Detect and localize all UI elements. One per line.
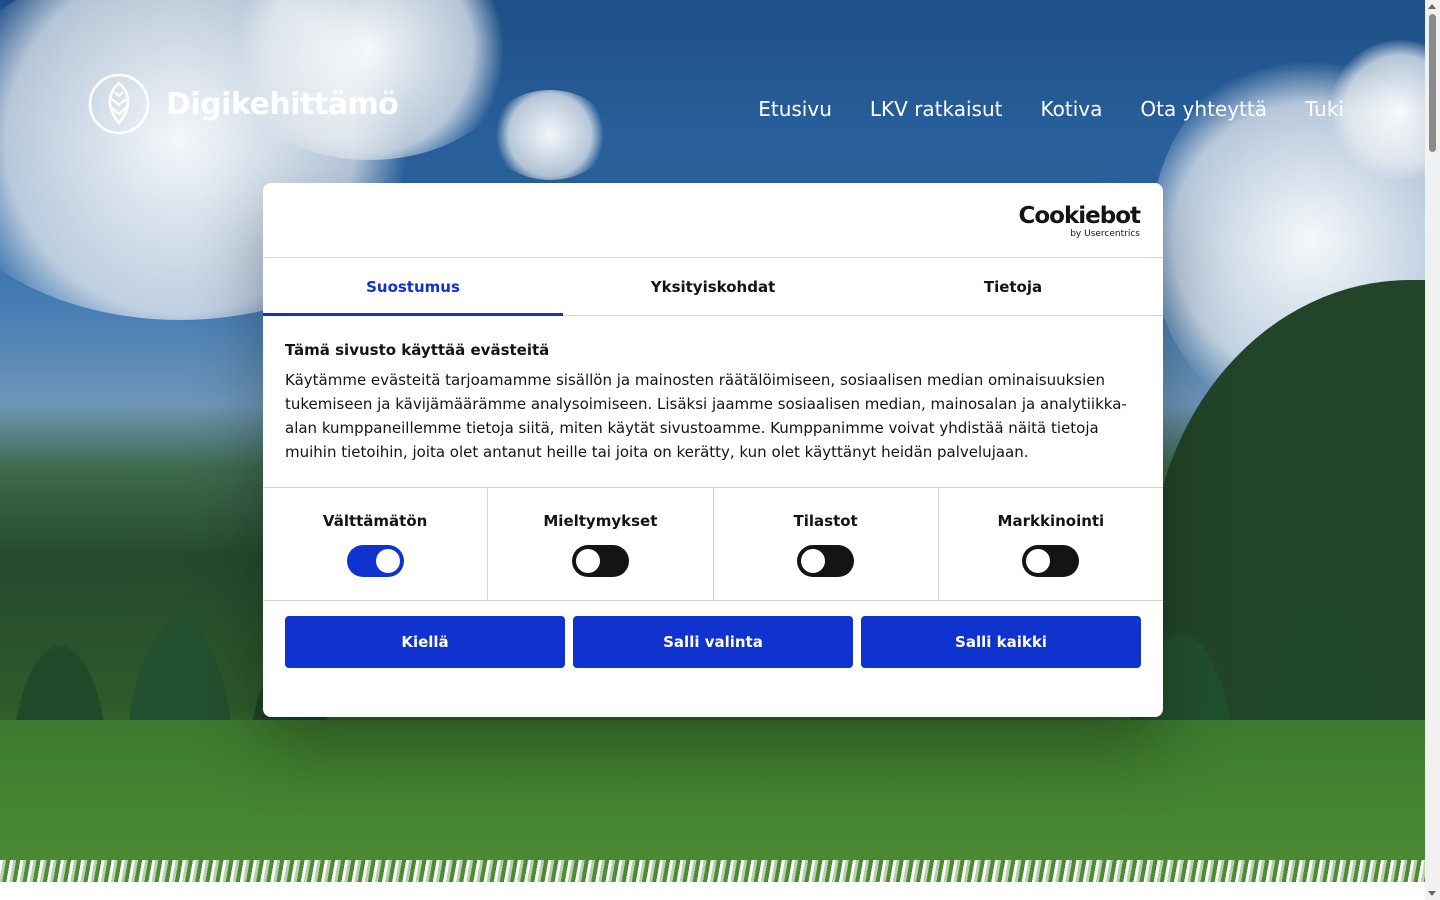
toggle-knob	[375, 549, 400, 573]
toggle-knob	[1026, 549, 1051, 573]
site-logo[interactable]: Digikehittämö	[88, 73, 399, 135]
tab-suostumus[interactable]: Suostumus	[263, 258, 563, 316]
toggle-switch-valttamaton[interactable]	[346, 545, 404, 577]
tab-tietoja[interactable]: Tietoja	[863, 258, 1163, 315]
consent-toggles: Välttämätön Mieltymykset Tilastot Markki…	[263, 488, 1163, 601]
cookiebot-logo-name: Cookiebot	[1018, 203, 1141, 229]
toggle-label-markkinointi: Markkinointi	[997, 512, 1105, 530]
toggle-group-valttamaton: Välttämätön	[263, 488, 489, 600]
allow-selection-button[interactable]: Salli valinta	[573, 616, 853, 668]
cookiebot-logo[interactable]: Cookiebot by Usercentrics	[1018, 203, 1141, 239]
toggle-knob	[575, 549, 600, 573]
page-scrollbar[interactable]	[1425, 0, 1440, 900]
main-nav: Etusivu LKV ratkaisut Kotiva Ota yhteytt…	[758, 97, 1344, 121]
allow-all-button[interactable]: Salli kaikki	[861, 616, 1141, 668]
scroll-thumb[interactable]	[1429, 14, 1436, 152]
consent-body: Tämä sivusto käyttää evästeitä Käytämme …	[263, 316, 1163, 488]
consent-buttons: Kiellä Salli valinta Salli kaikki	[263, 601, 1163, 683]
toggle-switch-markkinointi[interactable]	[1022, 545, 1080, 577]
toggle-group-mieltymykset: Mieltymykset	[488, 488, 714, 600]
toggle-switch-mieltymykset[interactable]	[571, 545, 629, 577]
cookie-consent-dialog: Cookiebot by Usercentrics Suostumus Yksi…	[263, 183, 1163, 717]
toggle-knob	[801, 549, 826, 573]
dialog-header: Cookiebot by Usercentrics	[263, 183, 1163, 258]
scroll-up-arrow-icon[interactable]	[1428, 4, 1436, 9]
dialog-tabs: Suostumus Yksityiskohdat Tietoja	[263, 258, 1163, 316]
toggle-label-mieltymykset: Mieltymykset	[543, 512, 658, 530]
toggle-group-markkinointi: Markkinointi	[939, 488, 1163, 600]
consent-description: Käytämme evästeitä tarjoamamme sisällön …	[285, 371, 1127, 461]
scroll-down-arrow-icon[interactable]	[1428, 891, 1436, 896]
nav-tuki[interactable]: Tuki	[1305, 97, 1344, 121]
pinecone-logo-icon	[88, 73, 150, 135]
cookiebot-logo-sub: by Usercentrics	[1070, 229, 1140, 239]
site-logo-text: Digikehittämö	[166, 86, 399, 122]
toggle-label-tilastot: Tilastot	[793, 512, 858, 530]
toggle-switch-tilastot[interactable]	[797, 545, 855, 577]
nav-etusivu[interactable]: Etusivu	[758, 97, 832, 121]
nav-ota-yhteytta[interactable]: Ota yhteyttä	[1140, 97, 1267, 121]
cloud	[490, 90, 610, 180]
toggle-label-valttamaton: Välttämätön	[322, 512, 428, 530]
deny-button[interactable]: Kiellä	[285, 616, 565, 668]
tab-yksityiskohdat[interactable]: Yksityiskohdat	[563, 258, 863, 315]
toggle-group-tilastot: Tilastot	[714, 488, 939, 600]
consent-heading: Tämä sivusto käyttää evästeitä	[285, 341, 550, 359]
nav-lkv-ratkaisut[interactable]: LKV ratkaisut	[870, 97, 1003, 121]
grass-base	[0, 882, 1425, 900]
nav-kotiva[interactable]: Kotiva	[1041, 97, 1103, 121]
